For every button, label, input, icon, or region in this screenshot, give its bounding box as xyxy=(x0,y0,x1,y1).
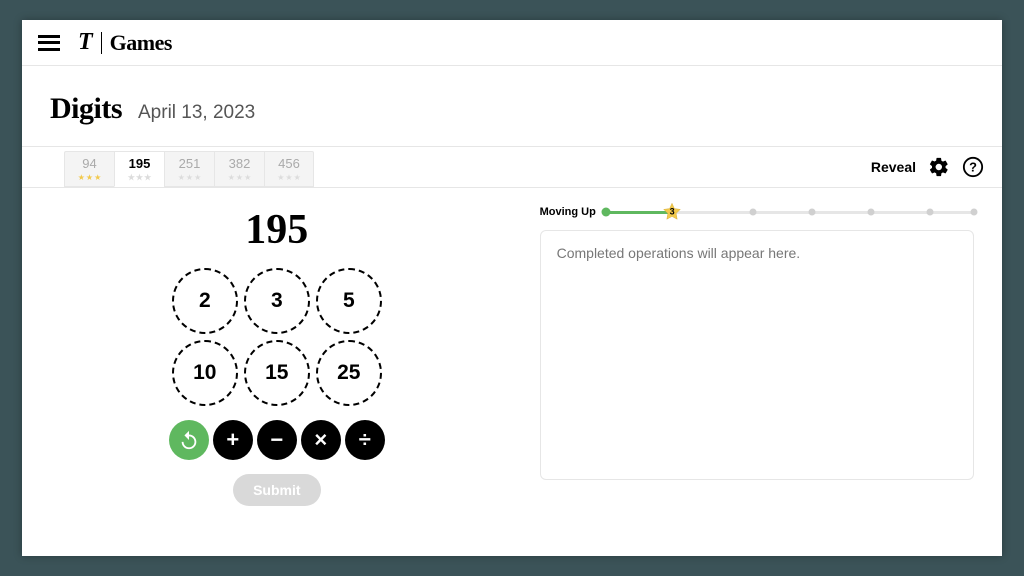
side-panel: Moving Up 3 Completed operations wil xyxy=(532,206,1002,558)
gear-icon[interactable] xyxy=(928,156,950,178)
menu-icon[interactable] xyxy=(38,35,60,51)
tab-label: 251 xyxy=(179,156,201,171)
operations-log: Completed operations will appear here. xyxy=(540,230,974,480)
progress-node xyxy=(750,209,757,216)
nyt-t-logo: T xyxy=(78,29,93,56)
number-tile[interactable]: 2 xyxy=(172,268,238,334)
tab-label: 195 xyxy=(129,156,151,171)
puzzle-tab-195[interactable]: 195 ★★★ xyxy=(114,151,164,187)
progress-node xyxy=(808,209,815,216)
undo-icon[interactable] xyxy=(169,420,209,460)
tab-stars: ★★★ xyxy=(178,173,202,182)
divide-icon[interactable]: ÷ xyxy=(345,420,385,460)
puzzle-tab-94[interactable]: 94 ★★★ xyxy=(64,151,114,187)
puzzle-tabs: 94 ★★★ 195 ★★★ 251 ★★★ 382 ★★★ 456 ★★★ xyxy=(64,148,314,187)
number-tile[interactable]: 25 xyxy=(316,340,382,406)
play-panel: 195 2 3 5 10 15 25 + − × ÷ Submit xyxy=(22,206,532,558)
progress-track: 3 xyxy=(606,211,974,214)
tab-stars: ★★★ xyxy=(128,173,152,182)
submit-button[interactable]: Submit xyxy=(233,474,320,506)
number-tile[interactable]: 15 xyxy=(244,340,310,406)
reveal-button[interactable]: Reveal xyxy=(871,159,916,175)
main-area: 195 2 3 5 10 15 25 + − × ÷ Submit xyxy=(22,188,1002,558)
game-title: Digits xyxy=(50,92,122,126)
number-tile[interactable]: 10 xyxy=(172,340,238,406)
puzzle-tab-382[interactable]: 382 ★★★ xyxy=(214,151,264,187)
tabbar-right: Reveal ? xyxy=(871,156,984,178)
topbar: T Games xyxy=(22,20,1002,66)
app-window: T Games Digits April 13, 2023 94 ★★★ 195… xyxy=(22,20,1002,556)
page-header: Digits April 13, 2023 xyxy=(22,66,1002,146)
svg-text:?: ? xyxy=(969,160,977,175)
progress-node xyxy=(926,209,933,216)
number-grid: 2 3 5 10 15 25 xyxy=(172,268,382,406)
progress-node xyxy=(970,209,977,216)
puzzle-date: April 13, 2023 xyxy=(138,102,255,124)
operations-row: + − × ÷ xyxy=(169,420,385,460)
tab-label: 94 xyxy=(82,156,96,171)
minus-icon[interactable]: − xyxy=(257,420,297,460)
number-tile[interactable]: 3 xyxy=(244,268,310,334)
progress-star-value: 3 xyxy=(670,207,675,217)
help-icon[interactable]: ? xyxy=(962,156,984,178)
tab-stars: ★★★ xyxy=(277,173,301,182)
tab-stars: ★★★ xyxy=(228,173,252,182)
plus-icon[interactable]: + xyxy=(213,420,253,460)
progress-node xyxy=(601,208,610,217)
tab-label: 382 xyxy=(229,156,251,171)
progress-label: Moving Up xyxy=(540,206,596,218)
multiply-icon[interactable]: × xyxy=(301,420,341,460)
log-placeholder: Completed operations will appear here. xyxy=(557,245,801,261)
puzzle-tab-251[interactable]: 251 ★★★ xyxy=(164,151,214,187)
progress-node xyxy=(867,209,874,216)
puzzle-tabbar: 94 ★★★ 195 ★★★ 251 ★★★ 382 ★★★ 456 ★★★ R… xyxy=(22,146,1002,188)
progress-star-icon: 3 xyxy=(662,202,682,222)
games-wordmark: Games xyxy=(110,30,172,56)
target-number: 195 xyxy=(245,206,308,254)
logo[interactable]: T Games xyxy=(78,29,172,56)
progress-bar: Moving Up 3 xyxy=(540,206,974,218)
tab-stars: ★★★ xyxy=(78,173,102,182)
number-tile[interactable]: 5 xyxy=(316,268,382,334)
logo-divider xyxy=(101,32,102,54)
puzzle-tab-456[interactable]: 456 ★★★ xyxy=(264,151,314,187)
tab-label: 456 xyxy=(278,156,300,171)
